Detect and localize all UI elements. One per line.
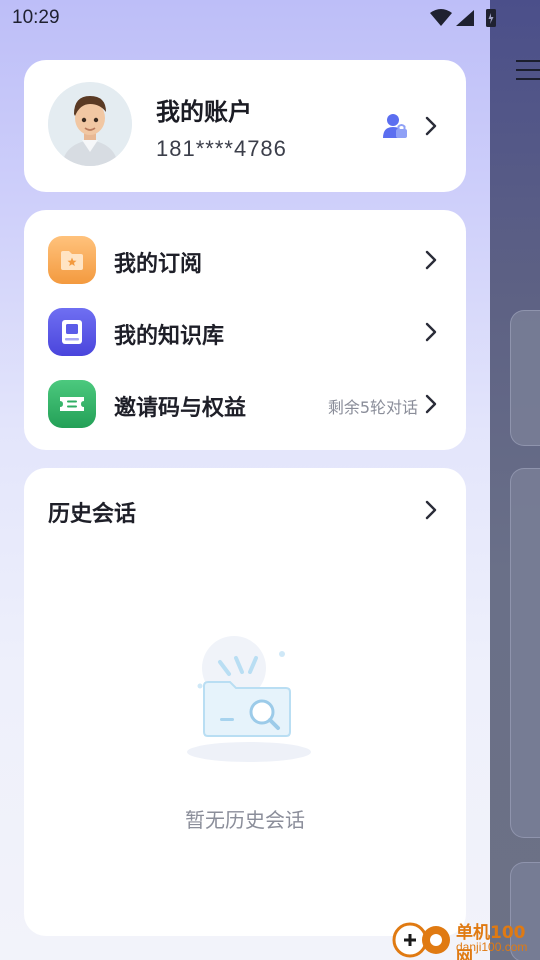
- status-bar: 10:29: [0, 0, 540, 36]
- wifi-icon: [430, 9, 452, 26]
- chevron-right-icon: [425, 116, 437, 136]
- menu-card: 我的订阅 我的知识库 邀请码与权益 剩余5轮对话: [24, 210, 466, 450]
- signal-icon: [456, 10, 474, 26]
- menu-item-label: 我的知识库: [114, 324, 225, 349]
- background-card: [510, 468, 540, 838]
- menu-item-knowledge-base[interactable]: 我的知识库: [24, 296, 466, 368]
- verified-user-icon[interactable]: [382, 112, 408, 140]
- remaining-conversations-text: 剩余5轮对话: [327, 398, 418, 417]
- history-title: 历史会话: [48, 502, 137, 527]
- menu-icon[interactable]: [516, 60, 540, 82]
- avatar[interactable]: [48, 82, 132, 166]
- history-card: 历史会话 暂无历史会话: [24, 468, 466, 936]
- menu-item-invite-code[interactable]: 邀请码与权益 剩余5轮对话: [24, 368, 466, 440]
- status-icons: [430, 9, 496, 27]
- empty-folder-search-icon: [187, 636, 311, 762]
- watermark-domain: danji100.com: [456, 940, 528, 954]
- ticket-icon: [48, 380, 96, 428]
- watermark-logo-icon: [392, 922, 450, 958]
- chevron-right-icon: [425, 250, 437, 270]
- account-title: 我的账户: [156, 98, 252, 126]
- background-card: [510, 310, 540, 446]
- watermark: 单机100网 danji100.com: [390, 916, 540, 960]
- chevron-right-icon: [425, 500, 437, 520]
- background-app-panel[interactable]: [490, 0, 540, 960]
- chevron-right-icon: [425, 322, 437, 342]
- history-header[interactable]: 历史会话: [24, 468, 466, 548]
- menu-item-label: 我的订阅: [114, 252, 203, 277]
- account-card[interactable]: 我的账户 181****4786: [24, 60, 466, 192]
- navigation-drawer: 我的账户 181****4786 我的订阅 我的知识库 邀请码与权益 剩余5轮对…: [0, 0, 490, 960]
- book-icon: [48, 308, 96, 356]
- menu-item-subscriptions[interactable]: 我的订阅: [24, 224, 466, 296]
- account-phone: 181****4786: [156, 136, 287, 161]
- menu-item-label: 邀请码与权益: [114, 396, 247, 421]
- empty-history-text: 暂无历史会话: [185, 808, 305, 832]
- folder-star-icon: [48, 236, 96, 284]
- status-time: 10:29: [12, 7, 60, 28]
- chevron-right-icon: [425, 394, 437, 414]
